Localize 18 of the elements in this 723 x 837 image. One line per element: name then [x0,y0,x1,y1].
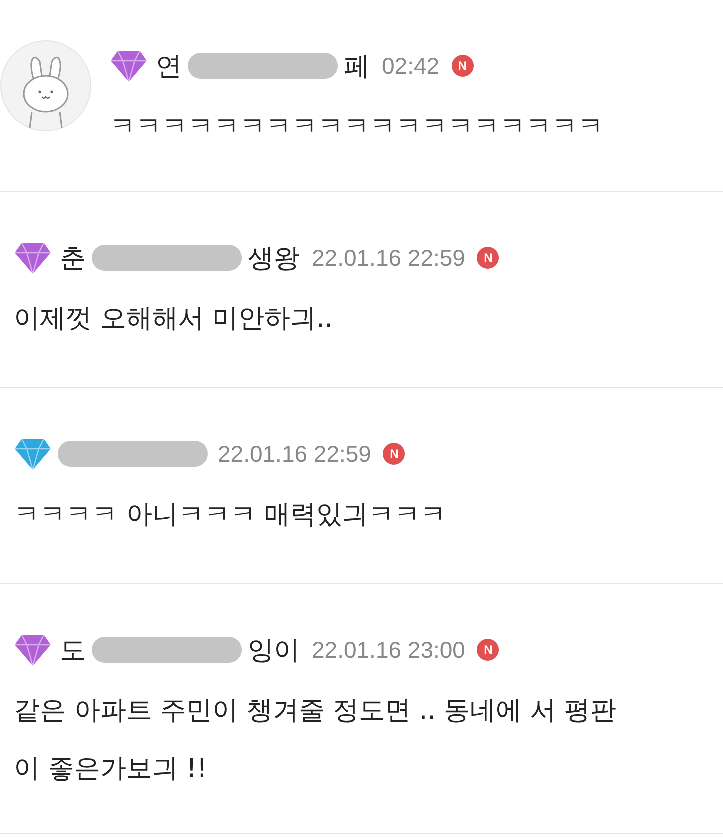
new-badge: N [452,55,474,77]
author-name: 잉이 [248,634,300,668]
comment-text: 이제껏 오해해서 미안하긔.. [14,303,334,336]
new-badge: N [477,639,500,661]
new-badge: N [477,247,500,269]
author-name: 연 [156,50,182,84]
comment-time: 22.01.16 23:00 [312,636,466,664]
author-name: 도 [60,634,86,668]
comment-time: 22.01.16 22:59 [312,244,466,272]
author-name: 춘 [60,242,86,276]
author-name: 페 [344,50,370,84]
comment-time: 02:42 [382,52,440,80]
comment-text: ㅋㅋㅋㅋㅋㅋㅋㅋㅋㅋㅋㅋㅋㅋㅋㅋㅋㅋㅋ [110,111,604,144]
author-name: 생왕 [248,242,300,276]
comment-text: ㅋㅋㅋㅋ 아니ㅋㅋㅋ 매력있긔ㅋㅋㅋ [14,499,447,532]
comment-time: 22.01.16 22:59 [218,440,372,468]
comment-text: 같은 아파트 주민이 챙겨줄 정도면 .. 동네에 서 평판이 좋은가보긔 !! [14,695,618,786]
new-badge: N [383,443,406,465]
